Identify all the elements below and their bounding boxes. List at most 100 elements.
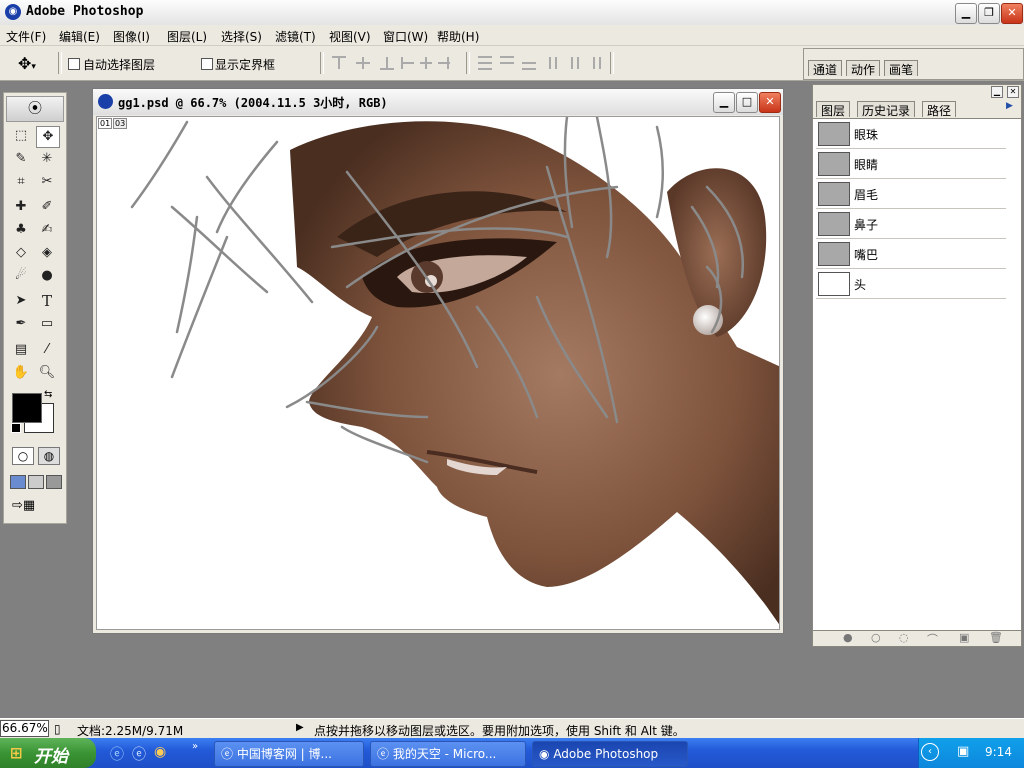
task-button-sky[interactable]: ⓔ 我的天空 - Micro... [370, 741, 526, 767]
jump-to-imageready-icon[interactable]: ⇨▦ [12, 498, 56, 516]
show-bounds-checkbox[interactable] [201, 58, 213, 70]
menu-file[interactable]: 文件(F) [6, 28, 46, 45]
palette-well: 通道 动作 画笔 [803, 48, 1024, 80]
history-brush-tool-icon[interactable]: ✍ [36, 220, 58, 240]
path-item-eyeball[interactable]: 眼珠 [816, 119, 1006, 149]
lasso-tool-icon[interactable]: ✎ [10, 149, 32, 169]
new-path-icon[interactable]: ▣ [959, 631, 969, 644]
app-title: Adobe Photoshop [26, 4, 144, 19]
healing-brush-tool-icon[interactable]: ✚ [10, 197, 32, 217]
document-minimize-button[interactable]: ▁ [713, 92, 735, 113]
path-item-eye[interactable]: 眼睛 [816, 149, 1006, 179]
fill-path-icon[interactable]: ● [843, 631, 853, 644]
zoom-tool-icon[interactable]: 🔍︎ [36, 363, 58, 383]
menu-select[interactable]: 选择(S) [221, 28, 262, 45]
restore-button[interactable]: ❐ [978, 3, 1000, 24]
crop-tool-icon[interactable]: ⌗ [10, 172, 32, 192]
default-colors-icon[interactable] [11, 423, 21, 433]
menu-view[interactable]: 视图(V) [329, 28, 371, 45]
tab-paths[interactable]: 路径 [922, 101, 957, 118]
tab-history[interactable]: 历史记录 [857, 101, 916, 118]
hand-tool-icon[interactable]: ✋ [10, 363, 32, 383]
close-button[interactable]: ✕ [1001, 3, 1023, 24]
tab-layers[interactable]: 图层 [816, 101, 851, 118]
document-title-bar: gg1.psd @ 66.7% (2004.11.5 3小时, RGB) ▁ □… [93, 89, 783, 115]
zoom-level-field[interactable]: 66.67% [0, 720, 49, 737]
windows-logo-icon: ⊞ [10, 744, 23, 762]
load-selection-icon[interactable]: ◌ [899, 631, 909, 644]
panel-close-button[interactable]: ✕ [1007, 86, 1019, 98]
clock[interactable]: 9:14 [985, 745, 1012, 759]
panel-menu-arrow-icon[interactable]: ▶ [1006, 101, 1013, 111]
toolbox-header-logo[interactable]: ⦿ [6, 96, 64, 122]
blur-tool-icon[interactable]: ☄ [10, 266, 32, 286]
network-tray-icon[interactable]: ▣ [957, 744, 969, 759]
quicklaunch-more-icon[interactable]: » [192, 741, 198, 752]
photoshop-app-icon: ◉ [5, 4, 21, 20]
status-arrow-icon[interactable]: ▶ [296, 722, 304, 733]
move-tool-preset-icon[interactable]: ✥▾ [18, 54, 36, 73]
document-info-icon[interactable]: ▯ [54, 722, 61, 736]
eraser-tool-icon[interactable]: ◇ [10, 243, 32, 263]
document-size: 文档:2.25M/9.71M [77, 724, 184, 738]
marquee-tool-icon[interactable]: ⬚ [10, 126, 32, 146]
path-item-mouth[interactable]: 嘴巴 [816, 239, 1006, 269]
eyedropper-tool-icon[interactable]: ⁄ [36, 340, 58, 360]
menu-help[interactable]: 帮助(H) [437, 28, 479, 45]
menu-window[interactable]: 窗口(W) [383, 28, 428, 45]
options-separator [610, 52, 614, 74]
menu-image[interactable]: 图像(I) [113, 28, 150, 45]
clone-stamp-tool-icon[interactable]: ♣ [10, 220, 32, 240]
menu-filter[interactable]: 滤镜(T) [275, 28, 316, 45]
type-tool-icon[interactable]: T [36, 291, 58, 311]
app-title-bar: ◉ Adobe Photoshop ▁ ❐ ✕ [0, 0, 1024, 26]
document-close-button[interactable]: ✕ [759, 92, 781, 113]
shape-tool-icon[interactable]: ▭ [36, 314, 58, 334]
task-button-blog[interactable]: ⓔ 中国博客网 | 博... [214, 741, 364, 767]
magic-wand-tool-icon[interactable]: ✳ [36, 149, 58, 169]
menu-layer[interactable]: 图层(L) [167, 28, 207, 45]
tray-collapse-icon[interactable]: ‹ [921, 743, 939, 761]
path-item-eyebrow[interactable]: 眉毛 [816, 179, 1006, 209]
tab-channels[interactable]: 通道 [808, 60, 843, 77]
foreground-color-swatch[interactable] [12, 393, 42, 423]
status-bar: 66.67% ▯ 文档:2.25M/9.71M ▶ 点按并拖移以移动图层或选区。… [0, 718, 1024, 738]
move-tool-icon[interactable]: ✥ [36, 126, 60, 148]
path-item-head[interactable]: 头 [816, 269, 1006, 299]
align-icons[interactable] [330, 53, 460, 73]
path-thumbnail [818, 242, 850, 266]
screen-mode-full-menu-icon[interactable] [28, 475, 44, 489]
document-icon [98, 94, 113, 109]
auto-select-layer-checkbox[interactable] [68, 58, 80, 70]
media-quicklaunch-icon[interactable]: ◉ [154, 744, 166, 760]
quick-mask-mode-button[interactable]: ◍ [38, 447, 60, 465]
document-maximize-button[interactable]: □ [736, 92, 758, 113]
tab-brushes[interactable]: 画笔 [884, 60, 919, 77]
pen-tool-icon[interactable]: ✒ [10, 314, 32, 334]
brush-tool-icon[interactable]: ✐ [36, 197, 58, 217]
dodge-tool-icon[interactable]: ● [36, 266, 58, 286]
ie-quicklaunch-icon[interactable]: ⓔ [110, 744, 124, 764]
delete-path-icon[interactable]: 🗑︎ [989, 631, 1003, 644]
slice-tool-icon[interactable]: ✂ [36, 172, 58, 192]
distribute-icons[interactable] [476, 53, 606, 73]
stroke-path-icon[interactable]: ○ [871, 631, 881, 644]
task-button-photoshop[interactable]: ◉ Adobe Photoshop [532, 741, 688, 767]
menu-edit[interactable]: 编辑(E) [59, 28, 100, 45]
standard-mode-button[interactable]: ○ [12, 447, 34, 465]
image-canvas[interactable]: 01 03 [96, 116, 780, 630]
minimize-button[interactable]: ▁ [955, 3, 977, 24]
show-desktop-quicklaunch-icon[interactable]: ⓔ [132, 744, 146, 764]
paint-bucket-tool-icon[interactable]: ◈ [36, 243, 58, 263]
path-thumbnail [818, 182, 850, 206]
start-button[interactable]: ⊞ 开始 [0, 738, 96, 768]
path-item-nose[interactable]: 鼻子 [816, 209, 1006, 239]
make-workpath-icon[interactable]: ⌒ [927, 631, 938, 647]
tab-actions[interactable]: 动作 [846, 60, 881, 77]
screen-mode-standard-icon[interactable] [10, 475, 26, 489]
swap-colors-icon[interactable]: ⇆ [44, 389, 52, 400]
notes-tool-icon[interactable]: ▤ [10, 340, 32, 360]
path-selection-tool-icon[interactable]: ➤ [10, 291, 32, 311]
screen-mode-full-icon[interactable] [46, 475, 62, 489]
panel-minimize-button[interactable]: ▁ [991, 86, 1003, 98]
